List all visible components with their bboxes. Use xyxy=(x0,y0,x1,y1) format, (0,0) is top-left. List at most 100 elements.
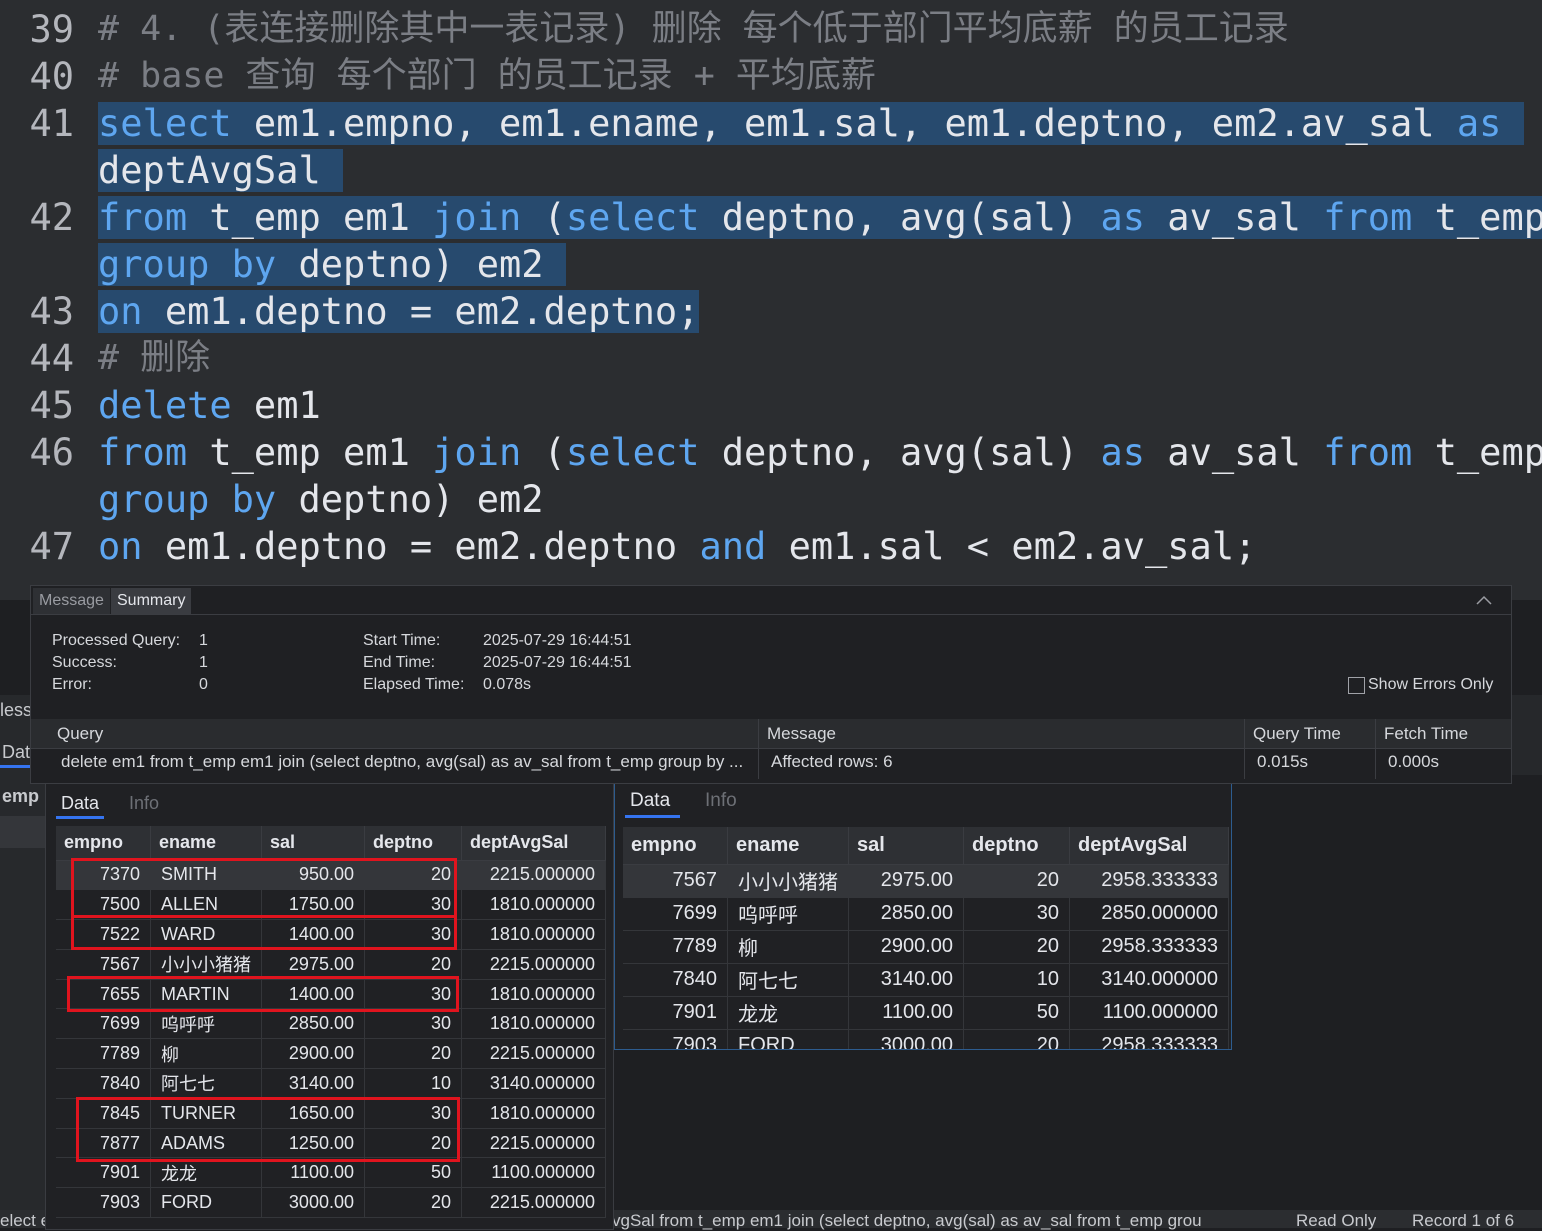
cell-deptavgsal[interactable]: 2958.333333 xyxy=(1069,1029,1229,1049)
cell-sal[interactable]: 1100.00 xyxy=(261,1157,365,1189)
cell-ename[interactable]: 柳 xyxy=(150,1038,262,1070)
cell-empno[interactable]: 7840 xyxy=(623,963,728,997)
table-row[interactable]: 7789 柳 2900.00 20 2215.000000 xyxy=(56,1038,606,1070)
col-header-message[interactable]: Message xyxy=(767,724,836,744)
result-fetch-time-cell[interactable]: 0.000s xyxy=(1388,752,1439,772)
col-header-fetch-time[interactable]: Fetch Time xyxy=(1384,724,1468,744)
table-row[interactable]: 7567 小小小猪猪 2975.00 20 2215.000000 xyxy=(56,949,606,980)
cell-sal[interactable]: 2900.00 xyxy=(261,1038,365,1070)
cell-deptavgsal[interactable]: 2850.000000 xyxy=(1069,897,1229,931)
cell-empno[interactable]: 7840 xyxy=(56,1068,151,1099)
cell-sal[interactable]: 3140.00 xyxy=(848,963,964,997)
col-ename[interactable]: ename xyxy=(150,826,262,861)
table-row[interactable]: 7567 小小小猪猪 2975.00 20 2958.333333 xyxy=(623,864,1229,898)
result-table[interactable]: empno ename sal deptno deptAvgSal 7567 小小… xyxy=(623,827,1229,1049)
cell-deptno[interactable]: 20 xyxy=(963,1029,1070,1049)
cell-deptavgsal[interactable]: 1810.000000 xyxy=(461,919,606,950)
col-header-query[interactable]: Query xyxy=(57,724,103,744)
cell-deptavgsal[interactable]: 2215.000000 xyxy=(461,949,606,980)
cell-deptno[interactable]: 30 xyxy=(364,1008,462,1040)
table-row[interactable]: 7699 呜呼呼 2850.00 30 2850.000000 xyxy=(623,897,1229,931)
col-sal[interactable]: sal xyxy=(848,827,964,865)
cell-ename[interactable]: 阿七七 xyxy=(150,1068,262,1099)
cell-deptno[interactable]: 20 xyxy=(364,1038,462,1070)
cell-deptavgsal[interactable]: 2215.000000 xyxy=(461,1128,606,1159)
cell-deptavgsal[interactable]: 1100.000000 xyxy=(1069,996,1229,1030)
cell-empno[interactable]: 7567 xyxy=(623,864,728,898)
table-row[interactable]: 7840 阿七七 3140.00 10 3140.000000 xyxy=(623,963,1229,997)
cell-sal[interactable]: 3000.00 xyxy=(848,1029,964,1049)
cell-empno[interactable]: 7567 xyxy=(56,949,151,980)
cell-empno[interactable]: 7789 xyxy=(56,1038,151,1070)
cell-deptavgsal[interactable]: 1810.000000 xyxy=(461,889,606,921)
cell-deptno[interactable]: 50 xyxy=(364,1157,462,1189)
cell-sal[interactable]: 3000.00 xyxy=(261,1187,365,1219)
cell-deptavgsal[interactable]: 1810.000000 xyxy=(461,979,606,1010)
table-row[interactable]: 7901 龙龙 1100.00 50 1100.000000 xyxy=(623,996,1229,1030)
cell-deptno[interactable]: 20 xyxy=(963,930,1070,964)
cell-empno[interactable]: 7699 xyxy=(623,897,728,931)
cell-sal[interactable]: 1100.00 xyxy=(848,996,964,1030)
cell-ename[interactable]: 呜呼呼 xyxy=(727,897,849,931)
table-row[interactable]: 7901 龙龙 1100.00 50 1100.000000 xyxy=(56,1157,606,1189)
col-deptno[interactable]: deptno xyxy=(364,826,462,861)
cell-empno[interactable]: 7901 xyxy=(56,1157,151,1189)
cell-deptno[interactable]: 10 xyxy=(963,963,1070,997)
cell-sal[interactable]: 2975.00 xyxy=(261,949,365,980)
tab-info[interactable]: Info xyxy=(129,793,159,814)
cell-deptavgsal[interactable]: 1810.000000 xyxy=(461,1008,606,1040)
col-empno[interactable]: empno xyxy=(56,826,151,861)
cell-ename[interactable]: 呜呼呼 xyxy=(150,1008,262,1040)
cell-ename[interactable]: 阿七七 xyxy=(727,963,849,997)
cell-deptno[interactable]: 10 xyxy=(364,1068,462,1099)
col-header-query-time[interactable]: Query Time xyxy=(1253,724,1341,744)
sql-editor[interactable]: 39 # 4. (表连接删除其中一表记录) 删除 每个低于部门平均底薪 的员工记… xyxy=(0,0,1542,600)
col-ename[interactable]: ename xyxy=(727,827,849,865)
cell-deptavgsal[interactable]: 2215.000000 xyxy=(461,860,606,891)
cell-sal[interactable]: 2850.00 xyxy=(261,1008,365,1040)
cell-deptno[interactable]: 20 xyxy=(963,864,1070,898)
result-query-cell[interactable]: delete em1 from t_emp em1 join (select d… xyxy=(61,752,753,772)
collapse-chevron-icon[interactable] xyxy=(1475,594,1493,606)
cell-ename[interactable]: 小小小猪猪 xyxy=(727,864,849,898)
table-row[interactable]: 7789 柳 2900.00 20 2958.333333 xyxy=(623,930,1229,964)
col-deptavgsal[interactable]: deptAvgSal xyxy=(461,826,606,861)
cell-empno[interactable]: 7789 xyxy=(623,930,728,964)
tab-summary[interactable]: Summary xyxy=(111,588,192,614)
cell-empno[interactable]: 7903 xyxy=(623,1029,728,1049)
cell-empno[interactable]: 7699 xyxy=(56,1008,151,1040)
table-row[interactable]: 7903 FORD 3000.00 20 2958.333333 xyxy=(623,1029,1229,1049)
cell-empno[interactable]: 7903 xyxy=(56,1187,151,1219)
cell-sal[interactable]: 2975.00 xyxy=(848,864,964,898)
result-message-cell[interactable]: Affected rows: 6 xyxy=(771,752,893,772)
cell-ename[interactable]: 龙龙 xyxy=(727,996,849,1030)
tab-data[interactable]: Data xyxy=(630,790,670,812)
cell-sal[interactable]: 2850.00 xyxy=(848,897,964,931)
cell-ename[interactable]: 龙龙 xyxy=(150,1157,262,1189)
tab-data[interactable]: Data xyxy=(61,793,99,814)
tab-message[interactable]: Message xyxy=(33,588,110,614)
table-row[interactable]: 7840 阿七七 3140.00 10 3140.000000 xyxy=(56,1068,606,1099)
cell-sal[interactable]: 3140.00 xyxy=(261,1068,365,1099)
cell-ename[interactable]: FORD xyxy=(150,1187,262,1219)
cell-deptavgsal[interactable]: 2958.333333 xyxy=(1069,864,1229,898)
cell-empno[interactable]: 7901 xyxy=(623,996,728,1030)
cell-deptavgsal[interactable]: 3140.000000 xyxy=(461,1068,606,1099)
result-query-time-cell[interactable]: 0.015s xyxy=(1257,752,1308,772)
cell-ename[interactable]: 小小小猪猪 xyxy=(150,949,262,980)
table-row[interactable]: 7699 呜呼呼 2850.00 30 1810.000000 xyxy=(56,1008,606,1040)
cell-deptno[interactable]: 20 xyxy=(364,949,462,980)
cell-deptno[interactable]: 30 xyxy=(963,897,1070,931)
table-row[interactable]: 7903 FORD 3000.00 20 2215.000000 xyxy=(56,1187,606,1219)
cell-deptavgsal[interactable]: 1100.000000 xyxy=(461,1157,606,1189)
col-empno[interactable]: empno xyxy=(623,827,728,865)
cell-deptavgsal[interactable]: 2215.000000 xyxy=(461,1038,606,1070)
cell-deptno[interactable]: 20 xyxy=(364,1187,462,1219)
tab-info[interactable]: Info xyxy=(705,790,737,812)
cell-ename[interactable]: 柳 xyxy=(727,930,849,964)
col-deptno[interactable]: deptno xyxy=(963,827,1070,865)
show-errors-only-checkbox[interactable] xyxy=(1348,677,1365,694)
cell-deptno[interactable]: 50 xyxy=(963,996,1070,1030)
cell-deptavgsal[interactable]: 2958.333333 xyxy=(1069,930,1229,964)
cell-sal[interactable]: 2900.00 xyxy=(848,930,964,964)
